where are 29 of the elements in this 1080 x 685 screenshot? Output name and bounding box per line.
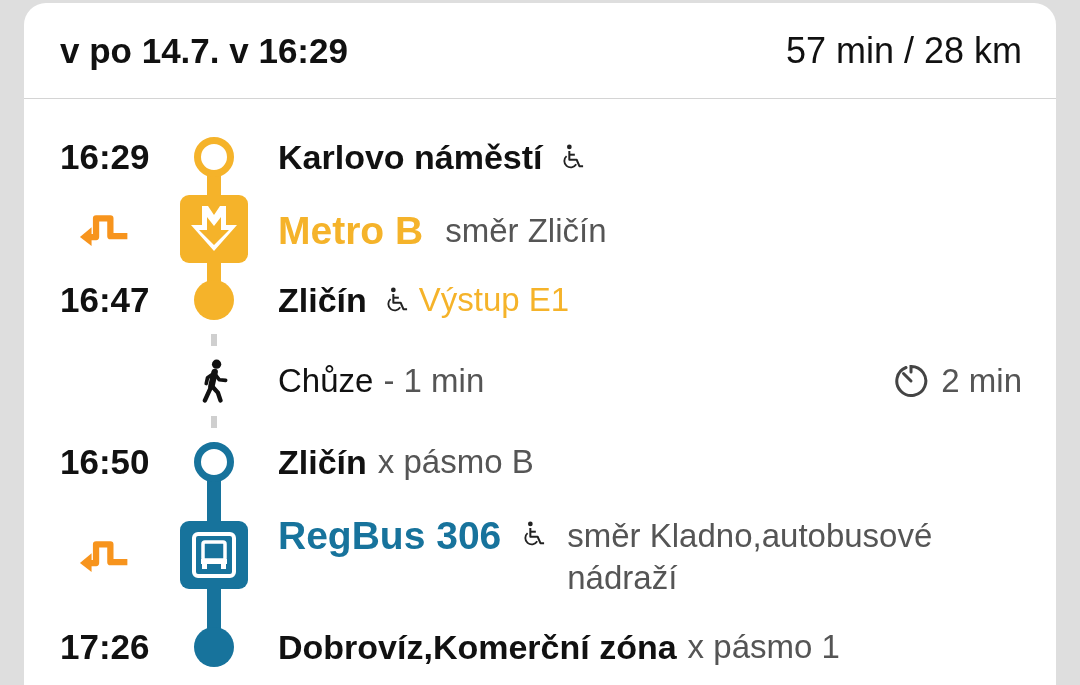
trip-date-time: v po 14.7. v 16:29: [60, 30, 348, 71]
stop-time: 17:26: [60, 627, 150, 667]
stopwatch-icon: [893, 363, 930, 399]
stop-name: Zličín: [278, 442, 367, 482]
stop-ring-icon: [194, 137, 234, 177]
metro-badge-icon: [180, 194, 248, 263]
line-name: RegBus 306: [278, 515, 502, 557]
direction-text: směr Kladno,autobusové nádraží: [567, 516, 934, 598]
stop-dot-icon: [194, 280, 234, 320]
walk-path-dash: [211, 416, 217, 428]
fare-zone: x pásmo B: [377, 443, 534, 481]
stop-name: Karlovo náměstí: [278, 137, 543, 177]
walk-label: Chůze: [278, 362, 374, 400]
stop-time: 16:50: [60, 442, 150, 482]
stop-dot-icon: [194, 627, 234, 667]
wait-time: 2 min: [941, 362, 1022, 400]
trip-summary: 57 min / 28 km: [785, 29, 1022, 72]
stop-time: 16:47: [60, 280, 150, 320]
direction-text: směr Zličín: [445, 211, 607, 251]
stop-name: Dobrovíz,Komerční zóna: [278, 627, 677, 667]
stop-name: Zličín: [278, 280, 367, 320]
stop-ring-icon: [194, 442, 234, 482]
fare-zone: x pásmo 1: [687, 628, 840, 666]
walk-path-dash: [211, 334, 217, 346]
bus-badge-icon: [180, 520, 248, 589]
walk-duration: - 1 min: [383, 362, 485, 400]
line-name: Metro B: [278, 210, 424, 252]
stop-time: 16:29: [60, 137, 150, 177]
exit-label: Výstup E1: [418, 281, 570, 319]
